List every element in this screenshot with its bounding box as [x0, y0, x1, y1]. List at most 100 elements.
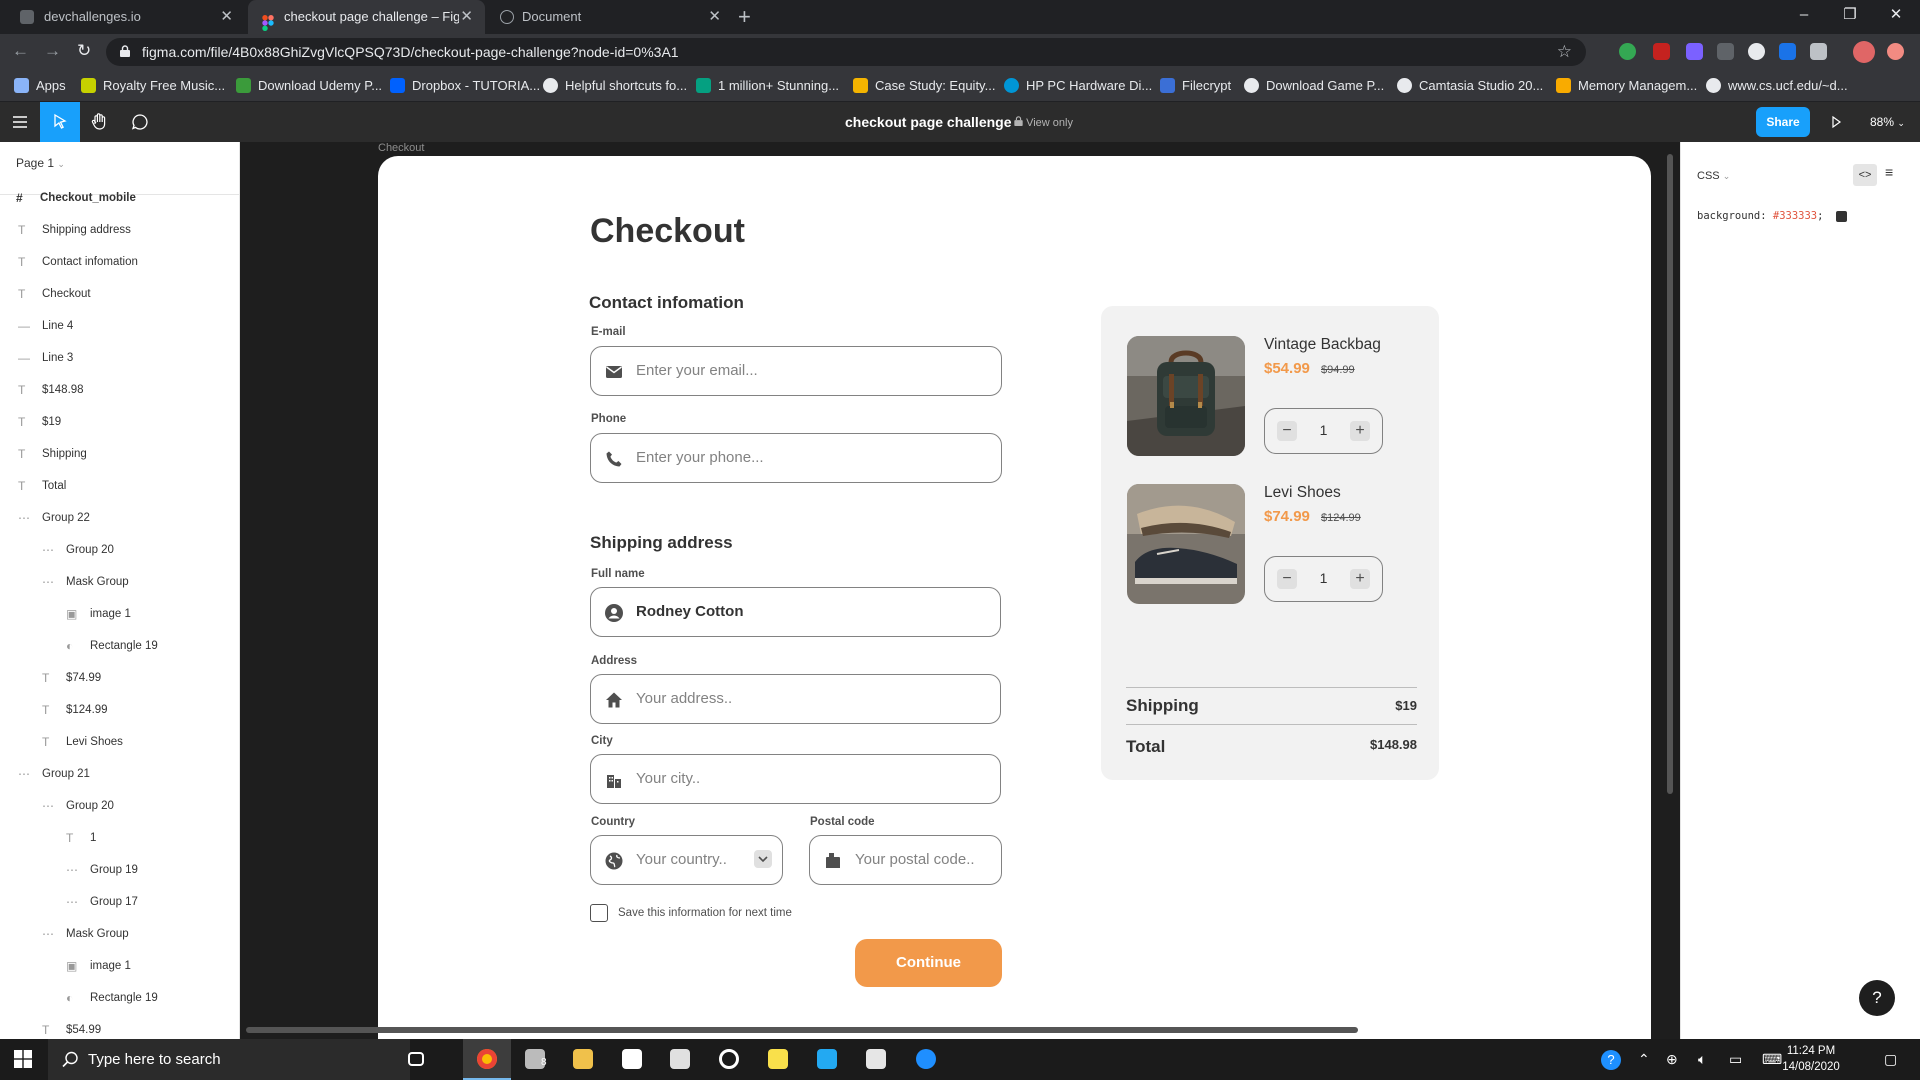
tab-figma[interactable]: checkout page challenge – Figma ✕	[248, 0, 485, 34]
view-only-badge: View only	[1014, 102, 1073, 144]
bookmark-item[interactable]: Download Game P...	[1244, 70, 1384, 102]
dropbox-icon[interactable]	[656, 1039, 704, 1080]
browser-toolbar: ← → ↻ figma.com/file/4B0x88GhiZvgVlcQPSQ…	[0, 34, 1920, 70]
windows-start-icon[interactable]	[14, 1050, 32, 1068]
total-value: $148.98	[1370, 737, 1417, 752]
bookmark-item[interactable]: Case Study: Equity...	[853, 70, 995, 102]
text-layer-icon: T	[18, 223, 26, 237]
sticky-notes-icon[interactable]	[754, 1039, 802, 1080]
help-circle-icon[interactable]: ?	[1601, 1039, 1621, 1080]
move-tool-button[interactable]	[40, 102, 80, 142]
extension-icon[interactable]	[1653, 43, 1670, 60]
plus-icon[interactable]: +	[1350, 569, 1370, 589]
taskbar-search[interactable]: Type here to search	[48, 1039, 410, 1080]
bookmark-item[interactable]: Download Udemy P...	[236, 70, 382, 102]
chevron-down-icon[interactable]	[754, 850, 772, 868]
horizontal-scrollbar[interactable]	[246, 1027, 1358, 1033]
plus-icon[interactable]: +	[1350, 421, 1370, 441]
bookmark-item[interactable]: Royalty Free Music...	[81, 70, 225, 102]
list-view-button[interactable]: ≡	[1885, 164, 1893, 180]
task-view-icon[interactable]	[392, 1039, 440, 1080]
language-icon[interactable]: ⊕	[1666, 1039, 1678, 1080]
restore-icon[interactable]: ❐	[1827, 0, 1873, 34]
city-icon	[607, 775, 621, 788]
color-swatch	[1835, 210, 1847, 222]
extension-icon[interactable]	[1748, 43, 1765, 60]
extension-icon[interactable]	[1619, 43, 1636, 60]
checkout-frame[interactable]: Checkout Contact infomation E-mail Enter…	[378, 156, 1651, 1039]
address-bar[interactable]: figma.com/file/4B0x88GhiZvgVlcQPSQ73D/ch…	[106, 38, 1586, 66]
bookmark-apps[interactable]: Apps	[14, 70, 66, 102]
firefox-icon[interactable]	[902, 1039, 950, 1080]
address-field[interactable]: Your address..	[590, 674, 1001, 724]
figma-toolbar: checkout page challenge View only	[0, 102, 1920, 142]
mail-icon[interactable]: 8	[511, 1039, 559, 1080]
extension-icon[interactable]	[1686, 43, 1703, 60]
chevron-up-icon[interactable]: ⌃	[1638, 1039, 1650, 1080]
zoom-dropdown[interactable]: 88% ⌄	[1870, 102, 1905, 143]
close-tab-icon[interactable]: ✕	[708, 0, 721, 34]
canvas[interactable]: Checkout Checkout Contact infomation E-m…	[240, 142, 1680, 1039]
vertical-scrollbar[interactable]	[1667, 154, 1673, 794]
notifications-icon[interactable]: ▢	[1884, 1039, 1897, 1080]
phone-field[interactable]: Enter your phone...	[590, 433, 1002, 483]
bookmark-item[interactable]: 1 million+ Stunning...	[696, 70, 839, 102]
frame-icon: #	[16, 191, 23, 205]
bookmark-item[interactable]: HP PC Hardware Di...	[1004, 70, 1152, 102]
close-tab-icon[interactable]: ✕	[460, 0, 473, 34]
text-layer-icon: T	[42, 1023, 50, 1037]
bookmark-star-icon[interactable]: ☆	[1557, 42, 1572, 62]
bookmark-item[interactable]: Camtasia Studio 20...	[1397, 70, 1543, 102]
forward-icon[interactable]: →	[44, 41, 61, 61]
file-explorer-icon[interactable]	[559, 1039, 607, 1080]
volume-icon[interactable]: 🔈︎	[1698, 1039, 1706, 1080]
extension-icon[interactable]	[1810, 43, 1827, 60]
postal-field[interactable]: Your postal code..	[809, 835, 1002, 885]
email-field[interactable]: Enter your email...	[590, 346, 1002, 396]
bookmark-item[interactable]: Filecrypt	[1160, 70, 1231, 102]
present-button[interactable]	[1816, 102, 1856, 142]
system-clock[interactable]: 11:24 PM 14/08/2020	[1775, 1043, 1847, 1075]
extension-icon[interactable]	[1779, 43, 1796, 60]
obs-icon[interactable]	[705, 1039, 753, 1080]
photos-icon[interactable]	[852, 1039, 900, 1080]
main-menu-button[interactable]	[0, 102, 40, 142]
frame-label[interactable]: Checkout	[378, 142, 424, 154]
minimize-icon[interactable]: –	[1781, 0, 1827, 34]
chevron-down-icon: ⌄	[1722, 171, 1731, 181]
page-selector[interactable]: Page 1 ⌄	[16, 156, 65, 170]
hamburger-icon	[13, 116, 27, 128]
store-icon[interactable]	[608, 1039, 656, 1080]
bookmark-item[interactable]: Helpful shortcuts fo...	[543, 70, 687, 102]
shipping-heading: Shipping address	[590, 533, 733, 552]
code-view-button[interactable]: <>	[1853, 164, 1877, 186]
reload-icon[interactable]: ↻	[77, 41, 91, 61]
extension-icon[interactable]	[1887, 43, 1904, 60]
save-info-checkbox[interactable]	[590, 904, 608, 922]
help-button[interactable]: ?	[1859, 980, 1895, 1016]
city-field[interactable]: Your city..	[590, 754, 1001, 804]
continue-button[interactable]: Continue	[855, 939, 1002, 987]
back-icon[interactable]: ←	[12, 41, 29, 61]
avatar[interactable]	[1853, 41, 1875, 63]
battery-icon[interactable]: ▭	[1729, 1039, 1742, 1080]
tab-document[interactable]: Document ✕	[488, 0, 733, 34]
chrome-icon[interactable]	[463, 1039, 511, 1080]
fullname-field[interactable]: Rodney Cotton	[590, 587, 1001, 637]
shipping-label: Shipping	[1126, 696, 1199, 715]
hand-tool-button[interactable]	[80, 102, 120, 142]
close-tab-icon[interactable]: ✕	[220, 0, 233, 34]
country-select[interactable]: Your country..	[590, 835, 783, 885]
share-button[interactable]: Share	[1756, 107, 1810, 137]
vscode-icon[interactable]	[803, 1039, 851, 1080]
tab-devchallenges[interactable]: devchallenges.io ✕	[0, 0, 245, 34]
divider	[1126, 687, 1417, 688]
bookmark-item[interactable]: Memory Managem...	[1556, 70, 1697, 102]
bookmark-item[interactable]: Dropbox - TUTORIA...	[390, 70, 540, 102]
comment-tool-button[interactable]	[120, 102, 160, 142]
extension-icon[interactable]	[1717, 43, 1734, 60]
code-language-dropdown[interactable]: CSS ⌄	[1697, 170, 1730, 182]
bookmark-item[interactable]: www.cs.ucf.edu/~d...	[1706, 70, 1848, 102]
new-tab-icon[interactable]: +	[738, 3, 751, 31]
window-close-icon[interactable]: ✕	[1873, 0, 1919, 34]
